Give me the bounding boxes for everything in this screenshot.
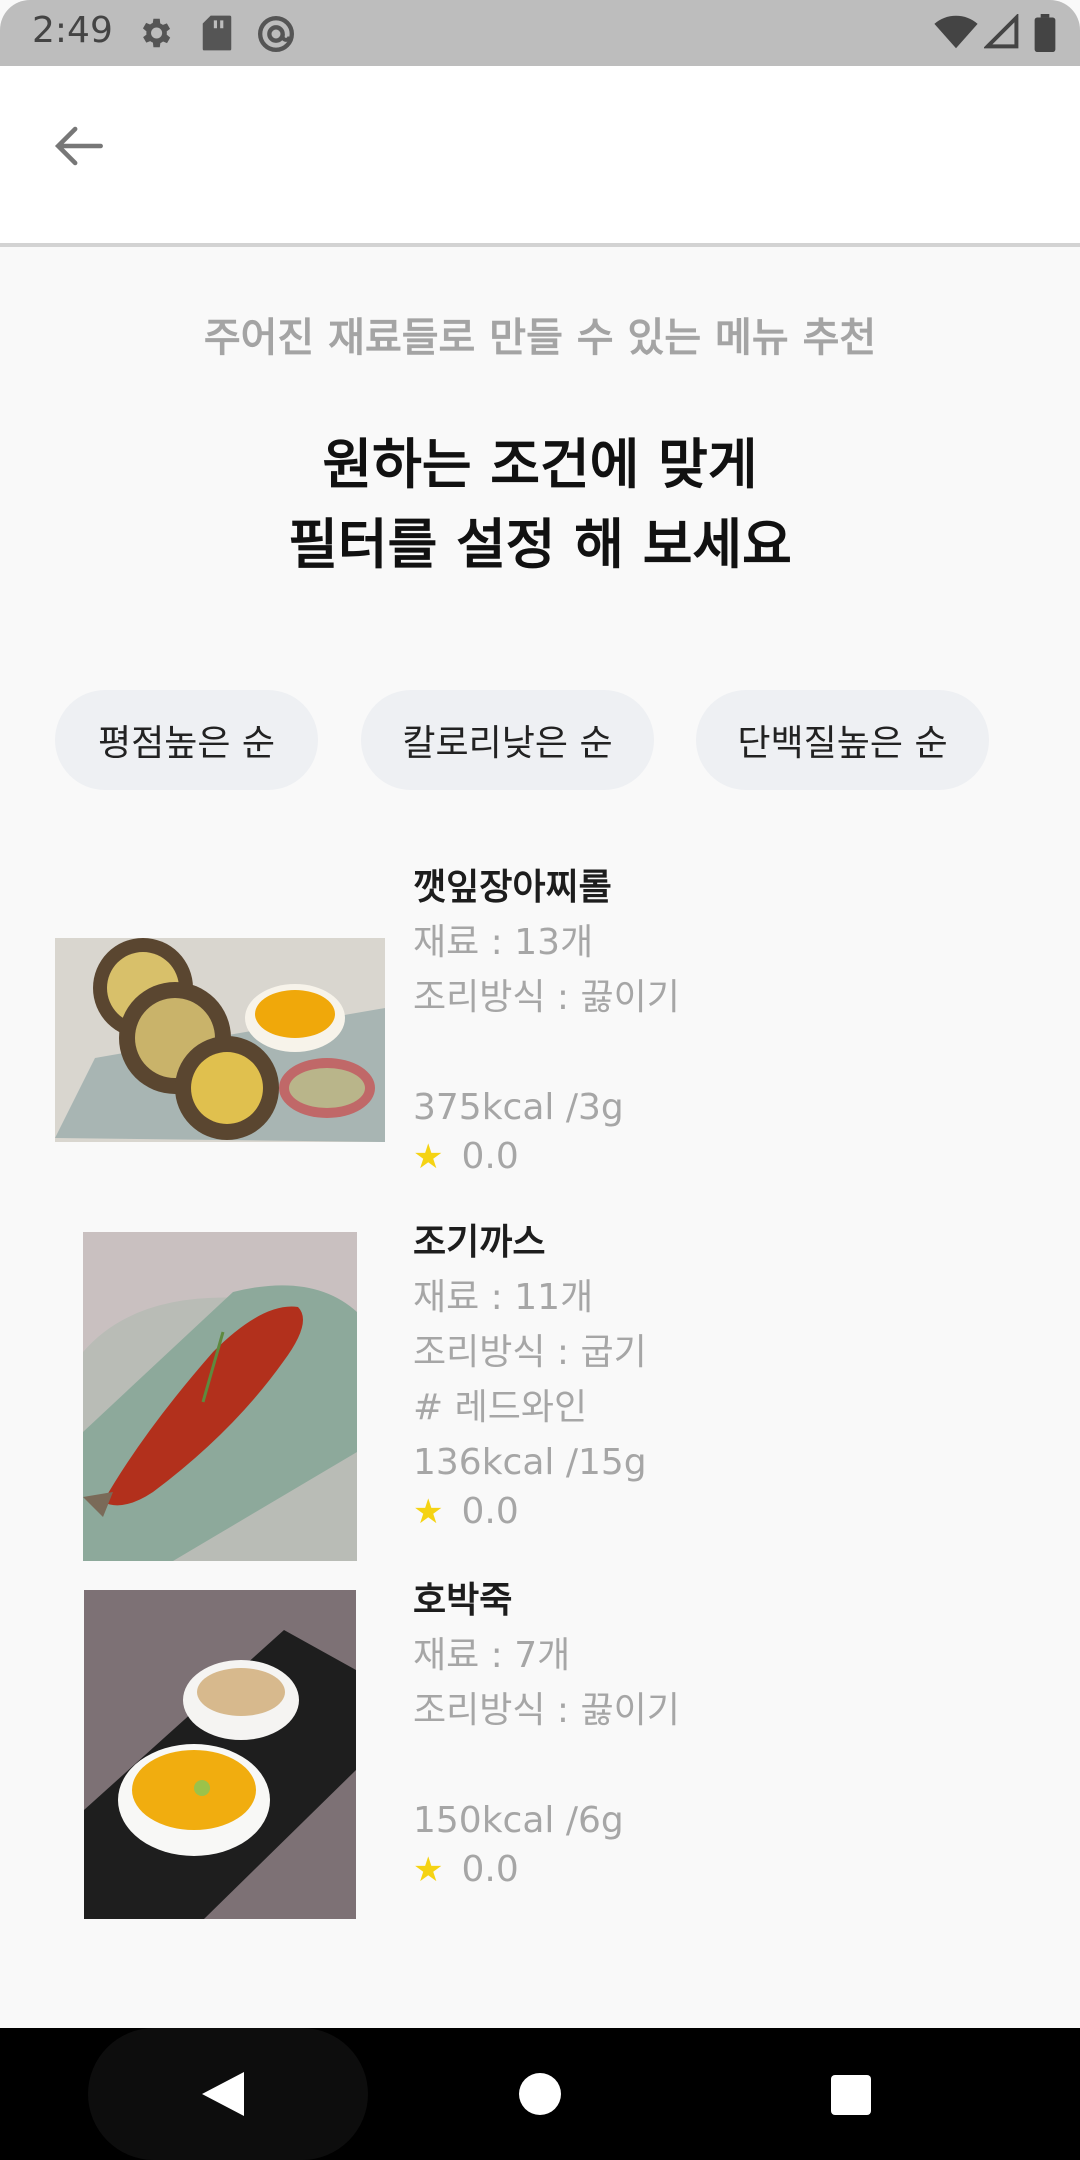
recipe-name: 깻잎장아찌롤 — [413, 867, 612, 908]
rating-value: 0.0 — [461, 1136, 519, 1177]
recipe-info: 호박죽 재료 : 7개 조리방식 : 끓이기 150kcal /6g ★ 0.0 — [413, 1573, 680, 1892]
page-title-line-1: 원하는 조건에 맞게 — [322, 433, 758, 496]
page-title: 원하는 조건에 맞게 필터를 설정 해 보세요 — [0, 425, 1080, 585]
recipe-rating: ★ 0.0 — [413, 1490, 647, 1534]
system-nav-bar — [0, 2028, 1080, 2160]
recipe-image — [84, 1590, 356, 1919]
wifi-icon — [934, 14, 978, 54]
recipe-name: 호박죽 — [413, 1580, 513, 1621]
status-time: 2:49 — [32, 10, 113, 51]
recipe-image — [83, 1232, 357, 1561]
recipe-info: 깻잎장아찌롤 재료 : 13개 조리방식 : 끓이기 375kcal /3g ★… — [413, 860, 680, 1179]
at-sign-icon — [256, 14, 296, 58]
app-bar — [0, 66, 1080, 243]
recipe-tag — [413, 1025, 680, 1080]
recipe-item[interactable]: 호박죽 재료 : 7개 조리방식 : 끓이기 150kcal /6g ★ 0.0 — [0, 1573, 1080, 1923]
recipe-image — [55, 938, 385, 1142]
recipe-ingredients: 재료 : 11개 — [413, 1277, 594, 1318]
recipe-ingredients: 재료 : 7개 — [413, 1635, 571, 1676]
recipe-name: 조기까스 — [413, 1222, 546, 1263]
rating-value: 0.0 — [461, 1849, 519, 1890]
page-subtitle: 주어진 재료들로 만들 수 있는 메뉴 추천 — [203, 315, 877, 361]
app-bar-divider — [0, 243, 1080, 247]
page-title-line-2: 필터를 설정 해 보세요 — [288, 513, 792, 576]
back-triangle-icon[interactable] — [200, 2070, 246, 2122]
home-circle-icon[interactable] — [518, 2072, 562, 2120]
recipe-method: 조리방식 : 끓이기 — [413, 977, 680, 1018]
filter-chip-rating[interactable]: 평점높은 순 — [55, 690, 318, 790]
arrow-left-icon — [44, 126, 112, 184]
recipe-item[interactable]: 조기까스 재료 : 11개 조리방식 : 굽기 # 레드와인 136kcal /… — [0, 1215, 1080, 1565]
recipe-rating: ★ 0.0 — [413, 1135, 680, 1179]
star-icon: ★ — [413, 1137, 444, 1177]
filter-chip-protein[interactable]: 단백질높은 순 — [696, 690, 989, 790]
back-button[interactable] — [44, 112, 112, 180]
recipe-nutrition: 150kcal /6g — [413, 1800, 624, 1841]
gear-icon — [136, 14, 174, 56]
recents-square-icon[interactable] — [830, 2074, 872, 2120]
recipe-ingredients: 재료 : 13개 — [413, 922, 594, 963]
recipe-method: 조리방식 : 굽기 — [413, 1332, 647, 1373]
recipe-info: 조기까스 재료 : 11개 조리방식 : 굽기 # 레드와인 136kcal /… — [413, 1215, 647, 1534]
recipe-nutrition: 375kcal /3g — [413, 1087, 624, 1128]
star-icon: ★ — [413, 1850, 444, 1890]
battery-icon — [1034, 14, 1056, 56]
recipe-nutrition: 136kcal /15g — [413, 1442, 647, 1483]
star-icon: ★ — [413, 1492, 444, 1532]
recipe-rating: ★ 0.0 — [413, 1848, 680, 1892]
rating-value: 0.0 — [461, 1491, 519, 1532]
status-bar: 2:49 — [0, 0, 1080, 66]
recipe-tag — [413, 1738, 680, 1793]
signal-icon — [982, 12, 1020, 54]
filter-chip-calorie[interactable]: 칼로리낮은 순 — [361, 690, 654, 790]
recipe-method: 조리방식 : 끓이기 — [413, 1690, 680, 1731]
recipe-tag: # 레드와인 — [413, 1387, 588, 1428]
recipe-item[interactable]: 깻잎장아찌롤 재료 : 13개 조리방식 : 끓이기 375kcal /3g ★… — [0, 860, 1080, 1177]
sd-card-icon — [200, 14, 234, 56]
